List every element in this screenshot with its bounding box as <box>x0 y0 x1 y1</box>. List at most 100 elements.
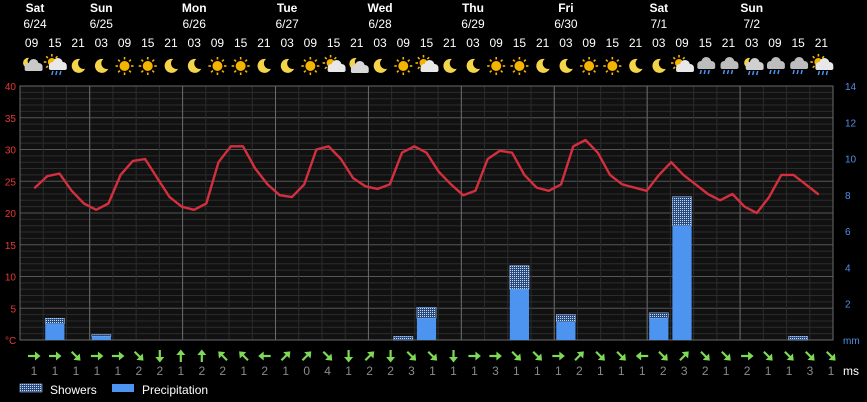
sun-ray <box>407 70 411 73</box>
wind-speed-label: 1 <box>639 364 646 378</box>
sun-ray <box>151 59 155 62</box>
wind-arrow-icon <box>763 350 773 361</box>
sun-icon <box>487 57 506 75</box>
wind-arrow-icon <box>511 350 521 361</box>
wind-speed-label: 1 <box>115 364 122 378</box>
day-name: Mon <box>182 1 207 15</box>
showers-bar <box>416 307 437 319</box>
wind-speed-label: 2 <box>156 364 163 378</box>
hour-row: 09 15 21 03 09 15 21 03 09 15 21 03 09 15 21 03 09 15 21 03… <box>25 36 828 50</box>
rain-cloud-icon <box>720 57 739 75</box>
hour-label: 21 <box>815 36 829 50</box>
moon-shape <box>559 58 573 73</box>
wind-arrow-icon <box>239 351 249 362</box>
hour-label: 15 <box>48 36 62 50</box>
wind-speed-label: 3 <box>492 364 499 378</box>
wind-speed-label: 1 <box>597 364 604 378</box>
wind-arrow-icon <box>258 351 271 361</box>
moon-icon <box>257 58 271 73</box>
sun-ray <box>55 55 59 59</box>
moon-icon <box>443 58 457 73</box>
wind-speed-label: 1 <box>429 364 436 378</box>
wind-arrow-icon <box>111 351 125 361</box>
day-name: Sat <box>649 1 668 15</box>
hour-label: 03 <box>466 36 480 50</box>
wind-speed-label: 2 <box>660 364 667 378</box>
showers-legend-label: Showers <box>50 383 97 397</box>
sun-icon <box>394 57 413 75</box>
day-name: Wed <box>367 1 392 15</box>
wind-arrow-icon <box>280 351 291 362</box>
wind-arrow-icon <box>825 350 836 361</box>
rain-drop <box>773 69 776 75</box>
sun-ray <box>45 55 49 59</box>
hour-label: 09 <box>768 36 782 50</box>
wind-arrow-head <box>449 357 458 363</box>
sun-disc <box>212 61 223 71</box>
hour-label: 15 <box>513 36 527 50</box>
sun-ray <box>616 70 620 73</box>
hour-label: 03 <box>95 36 109 50</box>
showers-bar <box>509 265 530 290</box>
precipitation-tick-label: 12 <box>845 118 857 129</box>
wind-speed-label: 2 <box>366 364 373 378</box>
wind-arrow-head <box>559 351 565 361</box>
precipitation-bar <box>649 318 669 340</box>
precipitation-bar <box>45 323 65 340</box>
sun-ray <box>324 56 328 60</box>
precipitation-bar <box>91 336 111 340</box>
wind-arrow-head <box>496 351 502 361</box>
sun-icon <box>301 57 320 75</box>
wind-arrow-icon <box>155 350 165 363</box>
day-date: 6/24 <box>23 17 47 31</box>
wind-arrow-icon <box>741 351 754 361</box>
plot-area <box>19 85 834 341</box>
sun-ray <box>582 70 586 73</box>
moon-shape <box>187 58 202 73</box>
cloud-part <box>697 65 716 69</box>
showers-bar <box>91 334 112 337</box>
hour-label: 15 <box>420 36 434 50</box>
wind-speed-label: 1 <box>555 364 562 378</box>
sun-ray <box>489 59 493 62</box>
wind-speed-label: 1 <box>450 364 457 378</box>
moon-shape <box>94 58 109 73</box>
wind-speed-label: 1 <box>177 364 184 378</box>
wind-arrow-head <box>386 357 396 363</box>
day-date: 6/27 <box>275 17 299 31</box>
wind-speed-label: 1 <box>345 364 352 378</box>
sun-ray <box>128 70 132 73</box>
wind-arrow-head <box>118 351 125 361</box>
sun-ray <box>672 66 676 70</box>
sun-ray <box>672 56 676 60</box>
wind-arrow-icon <box>386 350 396 363</box>
cloud-part <box>745 66 764 70</box>
moon-shape <box>257 58 271 73</box>
wind-speed-label: 1 <box>471 364 478 378</box>
hour-label: 09 <box>304 36 318 50</box>
sun-ray <box>812 55 816 59</box>
wind-arrow-icon <box>700 350 710 361</box>
sun-disc <box>305 61 316 71</box>
moon-shape <box>71 58 86 73</box>
day-name: Sat <box>26 1 45 15</box>
hour-label: 15 <box>699 36 713 50</box>
hour-label: 21 <box>71 36 85 50</box>
sun-ray <box>582 59 586 62</box>
wind-arrow-icon <box>532 350 542 361</box>
sun-cloud-icon <box>415 55 439 72</box>
sun-ray <box>128 59 132 62</box>
sun-ray <box>500 59 504 62</box>
moon-icon <box>373 58 388 73</box>
wind-arrow-icon <box>552 351 565 361</box>
precipitation-bar <box>672 225 692 340</box>
wind-arrow-icon <box>489 351 502 361</box>
sun-ray <box>396 59 400 62</box>
wind-speed-label: 1 <box>765 364 772 378</box>
cloud-part <box>790 65 809 69</box>
sun-cloud-rain-icon <box>43 54 67 76</box>
sun-ray <box>314 70 318 73</box>
wind-arrow-icon <box>28 351 41 361</box>
precipitation-tick-label: 8 <box>845 191 851 202</box>
sun-ray <box>512 70 516 73</box>
